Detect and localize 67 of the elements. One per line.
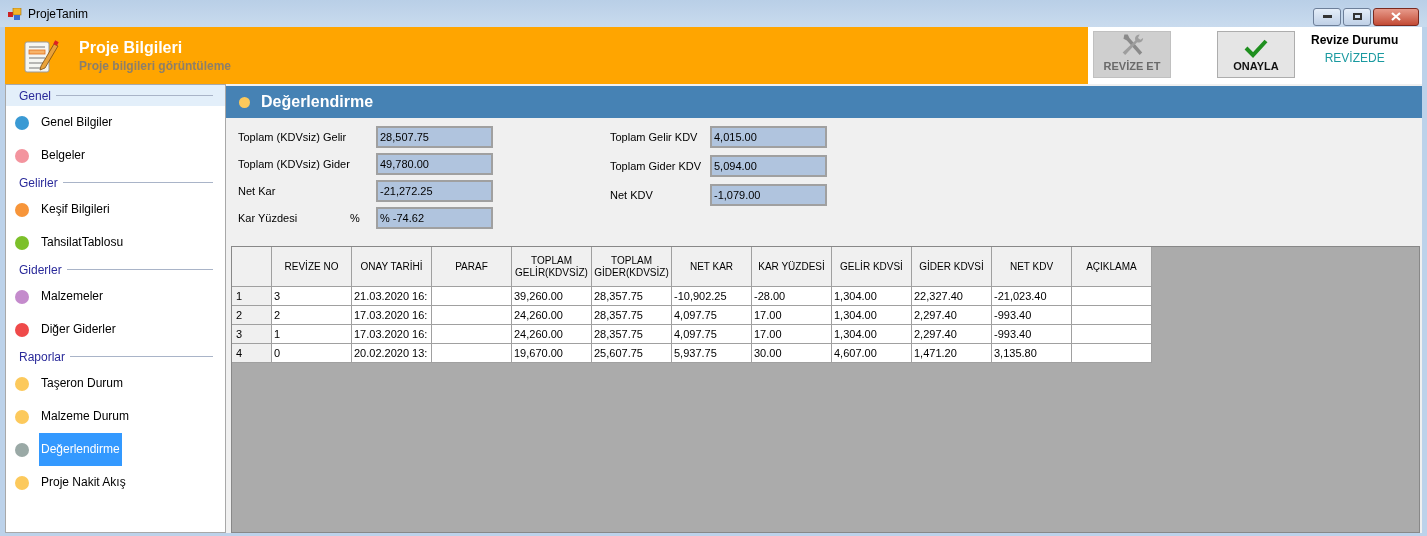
field-label: Toplam (KDVsiz) Gelir xyxy=(238,129,348,145)
row-header[interactable]: 1 xyxy=(232,287,272,306)
close-icon xyxy=(1391,12,1401,21)
table-cell: 25,607.75 xyxy=(592,344,672,363)
revision-status-label: Revize Durumu xyxy=(1311,32,1399,49)
sidebar-item[interactable]: Malzeme Durum xyxy=(39,400,132,433)
sidebar-item[interactable]: Malzemeler xyxy=(39,280,105,313)
sidebar-item[interactable]: TahsilatTablosu xyxy=(39,226,126,259)
field-label: Toplam Gelir KDV xyxy=(609,129,699,145)
column-header[interactable]: TOPLAM GİDER(KDVSİZ) xyxy=(592,247,672,287)
notepad-pencil-icon xyxy=(23,37,59,74)
app-icon xyxy=(8,7,22,20)
row-header[interactable]: 4 xyxy=(232,344,272,363)
value-field: 4,015.00 xyxy=(710,126,827,148)
sidebar-item[interactable]: Taşeron Durum xyxy=(39,367,126,400)
section-title: Değerlendirme xyxy=(261,92,374,112)
table-cell: 20.02.2020 13: xyxy=(352,344,432,363)
field-label: Toplam Gider KDV xyxy=(609,158,703,174)
column-header[interactable]: NET KAR xyxy=(672,247,752,287)
column-header[interactable]: AÇIKLAMA xyxy=(1072,247,1152,287)
column-header[interactable]: TOPLAM GELİR(KDVSİZ) xyxy=(512,247,592,287)
sidebar-item[interactable]: Keşif Bilgileri xyxy=(39,193,112,226)
header-title: Proje Bilgileri xyxy=(79,37,184,58)
maximize-button[interactable] xyxy=(1343,7,1371,26)
column-header[interactable]: KAR YÜZDESİ xyxy=(752,247,832,287)
group-heading: Giderler xyxy=(19,261,62,279)
header-subtitle: Proje bilgileri görüntüleme xyxy=(79,57,232,74)
group-heading: Gelirler xyxy=(19,174,58,192)
value-field: -1,079.00 xyxy=(710,184,827,206)
revision-status-value: REVİZEDE xyxy=(1324,50,1385,67)
table-cell: 3,135.80 xyxy=(992,344,1072,363)
value-field: 49,780.00 xyxy=(376,153,493,175)
table-cell: 4,607.00 xyxy=(832,344,912,363)
table-cell: 5,937.75 xyxy=(672,344,752,363)
sidebar-item[interactable]: Proje Nakit Akış xyxy=(39,466,128,499)
table-cell: 1,471.20 xyxy=(912,344,992,363)
value-field: -21,272.25 xyxy=(376,180,493,202)
column-header[interactable]: ONAY TARİHİ xyxy=(352,247,432,287)
value-field: % -74.62 xyxy=(376,207,493,229)
group-heading: Genel xyxy=(19,87,52,105)
row-header[interactable]: 3 xyxy=(232,325,272,344)
close-button[interactable] xyxy=(1373,7,1419,26)
window-title: ProjeTanim xyxy=(28,5,89,23)
field-label: Kar Yüzdesi xyxy=(238,210,299,226)
sidebar-item[interactable]: Belgeler xyxy=(39,139,88,172)
table-cell: 0 xyxy=(272,344,352,363)
check-icon xyxy=(1244,37,1268,58)
table-cell: 30.00 xyxy=(752,344,832,363)
column-header[interactable]: REVİZE NO xyxy=(272,247,352,287)
column-header[interactable]: GİDER KDVSİ xyxy=(912,247,992,287)
table-cell: 19,670.00 xyxy=(512,344,592,363)
field-label: Net KDV xyxy=(609,187,654,203)
group-heading: Raporlar xyxy=(19,348,66,366)
value-field: 28,507.75 xyxy=(376,126,493,148)
field-label: Net Kar xyxy=(238,183,277,199)
field-label: Toplam (KDVsiz) Gider xyxy=(238,156,350,172)
approve-button[interactable]: ONAYLA xyxy=(1217,31,1295,78)
bullet-icon xyxy=(239,96,250,108)
row-header[interactable]: 2 xyxy=(232,306,272,325)
column-header[interactable]: GELİR KDVSİ xyxy=(832,247,912,287)
sidebar-item[interactable]: Genel Bilgiler xyxy=(39,106,115,139)
sidebar-item[interactable]: Diğer Giderler xyxy=(39,313,118,346)
column-header[interactable]: NET KDV xyxy=(992,247,1072,287)
minimize-button[interactable] xyxy=(1313,7,1341,26)
column-header[interactable]: PARAF xyxy=(432,247,512,287)
unit-label: % xyxy=(350,211,360,224)
value-field: 5,094.00 xyxy=(710,155,827,177)
